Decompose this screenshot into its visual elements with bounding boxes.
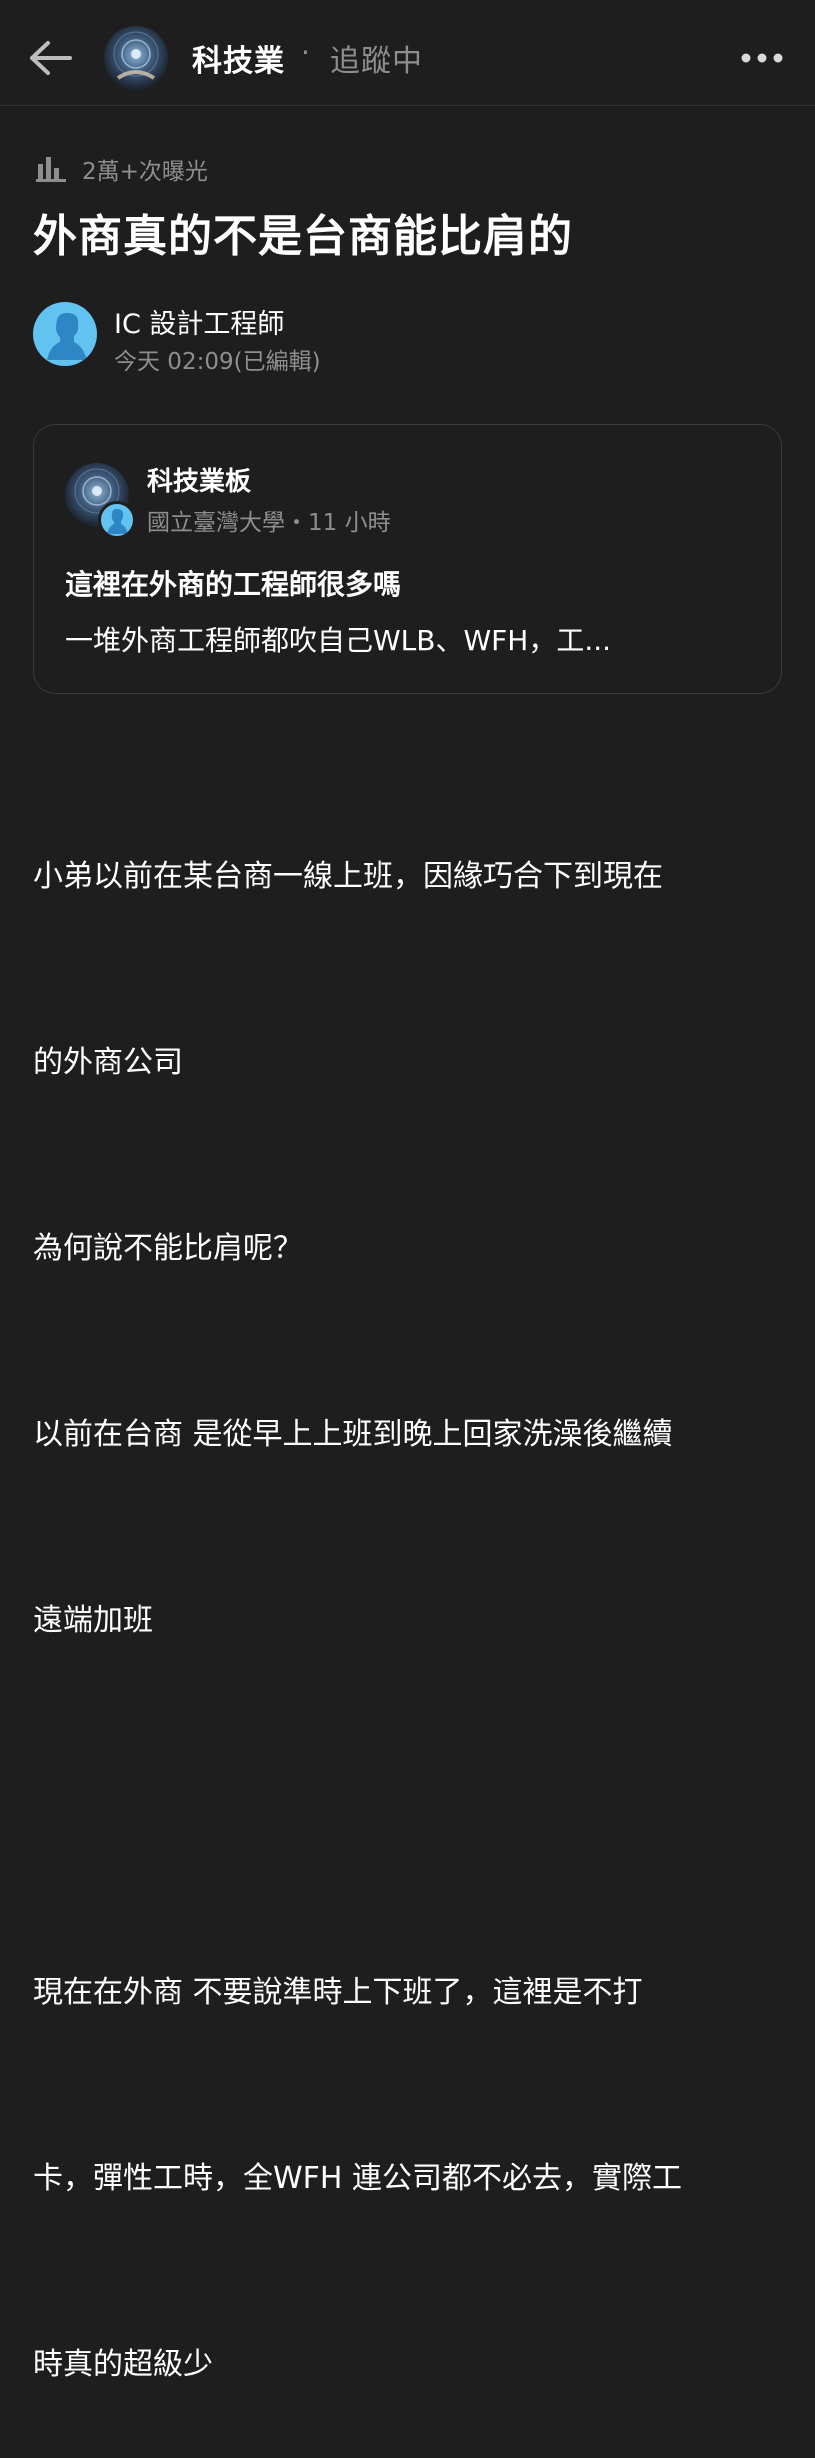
body-line: 現在在外商 不要說準時上下班了，這裡是不打 — [33, 1975, 643, 2010]
follow-status-button[interactable]: 追蹤中 — [330, 36, 423, 80]
author-name[interactable]: IC 設計工程師 — [114, 302, 284, 341]
top-bar: 科技業 · 追蹤中 — [0, 0, 815, 106]
body-line: 卡，彈性工時，全WFH 連公司都不必去，實際工 — [33, 2161, 683, 2196]
arrow-left-icon[interactable] — [28, 38, 74, 78]
quoted-title: 這裡在外商的工程師很多嗎 — [65, 568, 402, 601]
post-body: 小弟以前在某台商一線上班，因緣巧合下到現在 的外商公司 為何說不能比肩呢？ 以前… — [33, 722, 793, 2458]
quoted-meta: 國立臺灣大學・11 小時 — [147, 510, 391, 536]
post-title: 外商真的不是台商能比肩的 — [33, 211, 573, 262]
post-timestamp: 今天 02:09(已編輯) — [114, 349, 321, 375]
author-avatar[interactable] — [33, 302, 97, 366]
view-count-label: 2萬+次曝光 — [82, 159, 208, 185]
quoted-board-name: 科技業板 — [147, 467, 252, 497]
more-horizontal-icon[interactable] — [740, 46, 784, 70]
body-line: 遠端加班 — [33, 1603, 153, 1638]
quoted-snippet: 一堆外商工程師都吹自己WLB、WFH，工... — [65, 624, 612, 657]
body-line: 以前在台商 是從早上上班到晚上回家洗澡後繼續 — [33, 1417, 673, 1452]
body-line: 為何說不能比肩呢？ — [33, 1231, 303, 1266]
body-line: 的外商公司 — [33, 1045, 183, 1080]
quoted-author-avatar — [98, 501, 136, 539]
body-line: 時真的超級少 — [33, 2347, 213, 2382]
quoted-post-card[interactable]: 科技業板 國立臺灣大學・11 小時 這裡在外商的工程師很多嗎 一堆外商工程師都吹… — [33, 424, 782, 694]
body-line: 小弟以前在某台商一線上班，因緣巧合下到現在 — [33, 859, 663, 894]
separator-dot: · — [301, 36, 310, 69]
bar-chart-icon — [36, 157, 66, 182]
board-name[interactable]: 科技業 — [192, 36, 285, 80]
body-line — [33, 1776, 793, 1838]
board-avatar[interactable] — [104, 26, 168, 90]
